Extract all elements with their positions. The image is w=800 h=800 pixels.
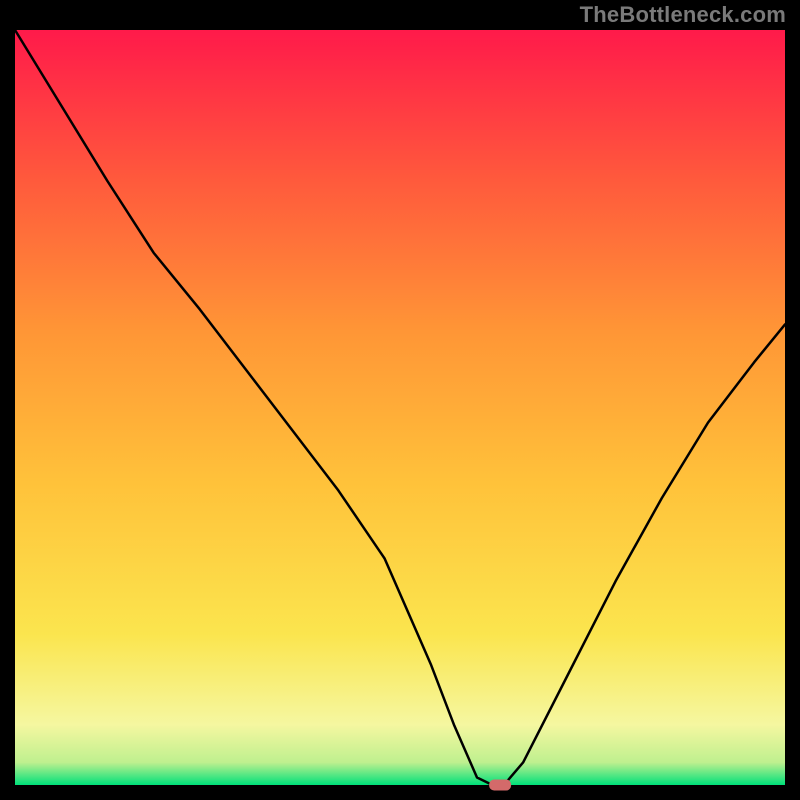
sweet-spot-marker <box>489 780 511 791</box>
plot-background <box>15 30 785 785</box>
bottleneck-chart <box>0 0 800 800</box>
chart-container: TheBottleneck.com <box>0 0 800 800</box>
watermark-text: TheBottleneck.com <box>580 2 786 28</box>
